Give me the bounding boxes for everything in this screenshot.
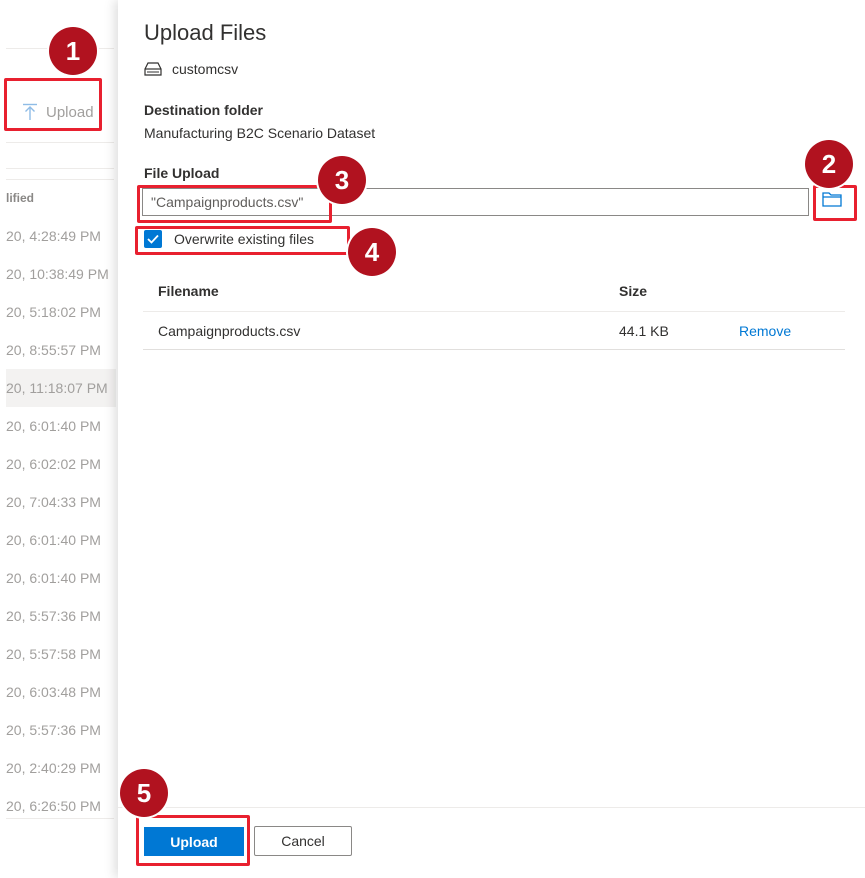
remove-link[interactable]: Remove	[739, 312, 791, 349]
panel-title: Upload Files	[144, 20, 267, 45]
column-header-modified[interactable]: lified	[6, 191, 34, 205]
footer-divider	[118, 807, 865, 808]
annotation-box-1	[4, 78, 102, 131]
divider	[6, 179, 114, 180]
cancel-button[interactable]: Cancel	[254, 826, 352, 856]
list-item[interactable]: 20, 7:04:33 PM	[6, 483, 116, 521]
list-item[interactable]: 20, 6:03:48 PM	[6, 673, 116, 711]
list-item[interactable]: 20, 6:26:50 PM	[6, 787, 116, 825]
list-item[interactable]: 20, 6:01:40 PM	[6, 407, 116, 445]
list-item[interactable]: 20, 4:28:49 PM	[6, 217, 116, 255]
list-item[interactable]: 20, 5:57:36 PM	[6, 711, 116, 749]
list-item[interactable]: 20, 6:01:40 PM	[6, 521, 116, 559]
divider	[6, 142, 114, 143]
file-upload-label: File Upload	[144, 165, 220, 181]
list-item-selected[interactable]: 20, 11:18:07 PM	[6, 369, 116, 407]
table-header: Filename Size	[143, 270, 845, 312]
background-list: Upload lified 20, 4:28:49 PM 20, 10:38:4…	[0, 0, 118, 878]
container-name: customcsv	[172, 61, 239, 77]
annotation-badge-3: 3	[318, 156, 366, 204]
list-item[interactable]: 20, 5:57:58 PM	[6, 635, 116, 673]
container-info: customcsv	[144, 61, 238, 77]
list-item[interactable]: 20, 5:18:02 PM	[6, 293, 116, 331]
table-row: Campaignproducts.csv 44.1 KB Remove	[143, 312, 845, 350]
annotation-badge-1: 1	[49, 27, 97, 75]
column-header-filename: Filename	[158, 282, 219, 299]
annotation-badge-4: 4	[348, 228, 396, 276]
column-header-size: Size	[619, 282, 648, 299]
divider	[6, 168, 114, 169]
list-item[interactable]: 20, 5:57:36 PM	[6, 597, 116, 635]
list-item[interactable]: 20, 10:38:49 PM	[6, 255, 116, 293]
list-item[interactable]: 20, 8:55:57 PM	[6, 331, 116, 369]
list-item[interactable]: 20, 2:40:29 PM	[6, 749, 116, 787]
annotation-badge-5: 5	[120, 769, 168, 817]
annotation-box-3	[137, 185, 332, 223]
divider	[6, 818, 114, 819]
upload-files-panel: Upload Files customcsv Destination folde…	[118, 0, 865, 878]
storage-container-icon	[144, 62, 162, 76]
annotation-badge-2: 2	[805, 140, 853, 188]
annotation-box-5	[136, 815, 250, 866]
destination-folder-label: Destination folder	[144, 102, 264, 118]
annotation-box-4	[135, 226, 350, 255]
destination-folder-value: Manufacturing B2C Scenario Dataset	[144, 125, 376, 141]
size-cell: 44.1 KB	[619, 322, 669, 339]
files-table: Filename Size Campaignproducts.csv 44.1 …	[143, 270, 845, 350]
list-item[interactable]: 20, 6:01:40 PM	[6, 559, 116, 597]
filename-cell: Campaignproducts.csv	[158, 322, 301, 339]
list-item[interactable]: 20, 6:02:02 PM	[6, 445, 116, 483]
annotation-box-2	[813, 185, 857, 221]
